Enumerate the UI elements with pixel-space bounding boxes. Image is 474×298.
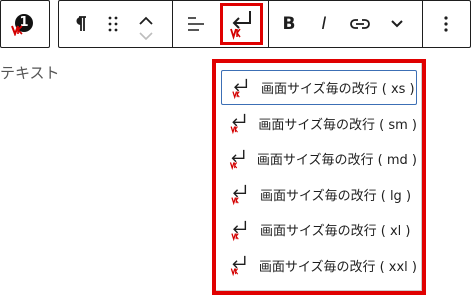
vk-brand-icon bbox=[11, 25, 23, 36]
chevron-down-icon bbox=[391, 20, 403, 28]
align-icon bbox=[188, 17, 204, 31]
bold-icon: B bbox=[282, 14, 296, 34]
options-button[interactable] bbox=[431, 1, 461, 47]
move-up-icon bbox=[139, 16, 153, 25]
paragraph-text[interactable]: テキスト bbox=[0, 62, 60, 83]
paragraph-icon bbox=[76, 16, 86, 31]
move-down-icon bbox=[139, 32, 153, 40]
italic-button[interactable]: I bbox=[311, 1, 337, 47]
toolbar-separator bbox=[268, 1, 269, 47]
more-options-icon bbox=[444, 16, 448, 32]
bold-button[interactable]: B bbox=[275, 1, 303, 47]
move-down-button[interactable] bbox=[135, 29, 157, 43]
active-button-highlight bbox=[220, 3, 263, 45]
align-button[interactable] bbox=[179, 1, 213, 47]
italic-icon: I bbox=[321, 14, 327, 34]
block-toolbar: B I bbox=[58, 0, 471, 48]
dropdown-highlight bbox=[212, 59, 426, 295]
drag-handle-icon bbox=[108, 16, 118, 32]
paragraph-button[interactable] bbox=[65, 1, 95, 47]
block-type-button[interactable]: 1 bbox=[0, 0, 50, 48]
more-rich-text-button[interactable] bbox=[383, 1, 411, 47]
link-button[interactable] bbox=[345, 1, 375, 47]
drag-handle[interactable] bbox=[101, 1, 125, 47]
toolbar-separator bbox=[172, 1, 173, 47]
toolbar-separator bbox=[422, 1, 423, 47]
link-icon bbox=[350, 19, 370, 29]
